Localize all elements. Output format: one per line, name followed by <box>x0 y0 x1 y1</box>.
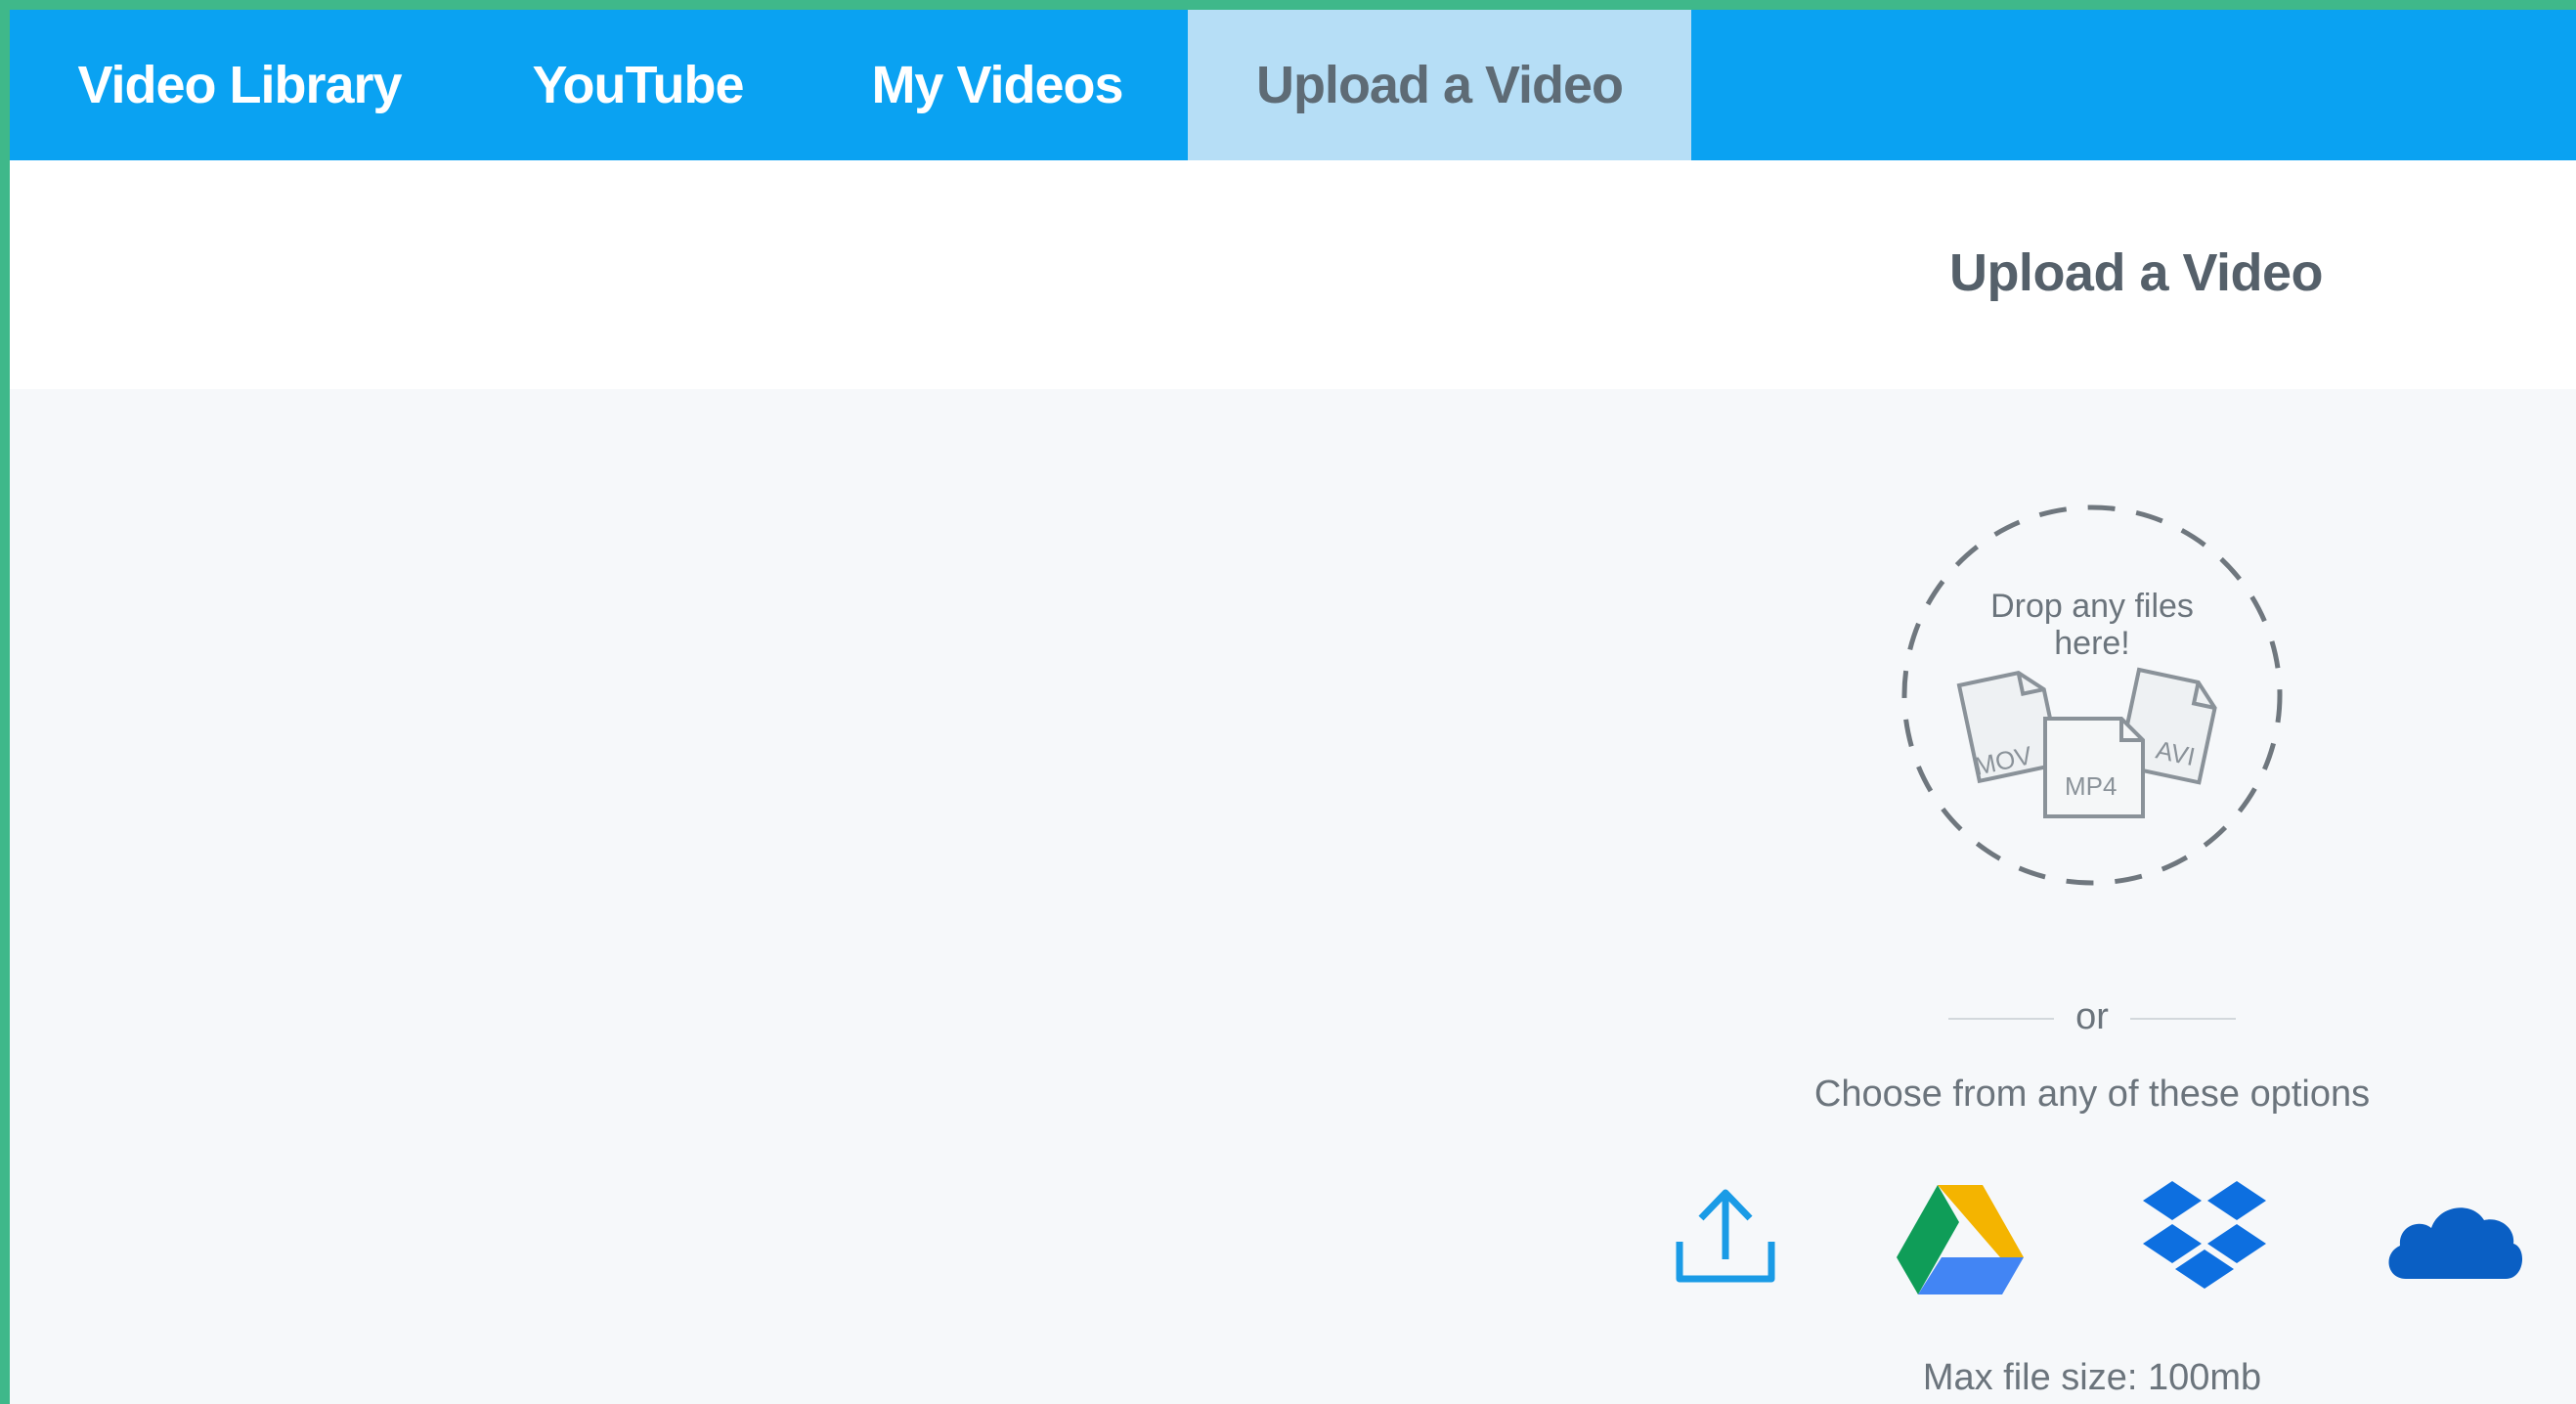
google-drive-button[interactable] <box>1897 1181 2024 1296</box>
dropzone-circle-icon: MOV MP4 AVI <box>1901 505 2283 886</box>
max-file-size-text: Max file size: 100mb <box>1922 1357 2262 1398</box>
google-drive-icon <box>1897 1185 2024 1294</box>
onedrive-button[interactable] <box>2380 1191 2527 1289</box>
or-divider: or <box>1941 992 2244 1041</box>
top-navigation: Video Library YouTube My Videos Upload a… <box>10 10 2576 160</box>
file-type-label: MP4 <box>2065 771 2117 801</box>
tab-video-library[interactable]: Video Library <box>10 10 469 160</box>
page-title: Upload a Video <box>1948 243 2324 302</box>
dropbox-icon <box>2143 1181 2266 1289</box>
file-dropzone[interactable]: MOV MP4 AVI Drop any files here! <box>1899 502 2286 889</box>
upload-icon <box>1676 1189 1775 1283</box>
dropzone-text: Drop any files here! <box>1990 588 2194 662</box>
choose-options-text: Choose from any of these options <box>1813 1074 2371 1115</box>
dropbox-button[interactable] <box>2141 1175 2268 1302</box>
upload-from-computer-button[interactable] <box>1672 1181 1779 1289</box>
onedrive-icon <box>2388 1207 2523 1279</box>
tab-my-videos[interactable]: My Videos <box>807 10 1188 160</box>
tab-upload-a-video[interactable]: Upload a Video <box>1188 10 1691 160</box>
app-frame: Video Library YouTube My Videos Upload a… <box>10 10 2576 1404</box>
divider-line <box>2130 1018 2236 1020</box>
tab-youtube[interactable]: YouTube <box>469 10 807 160</box>
